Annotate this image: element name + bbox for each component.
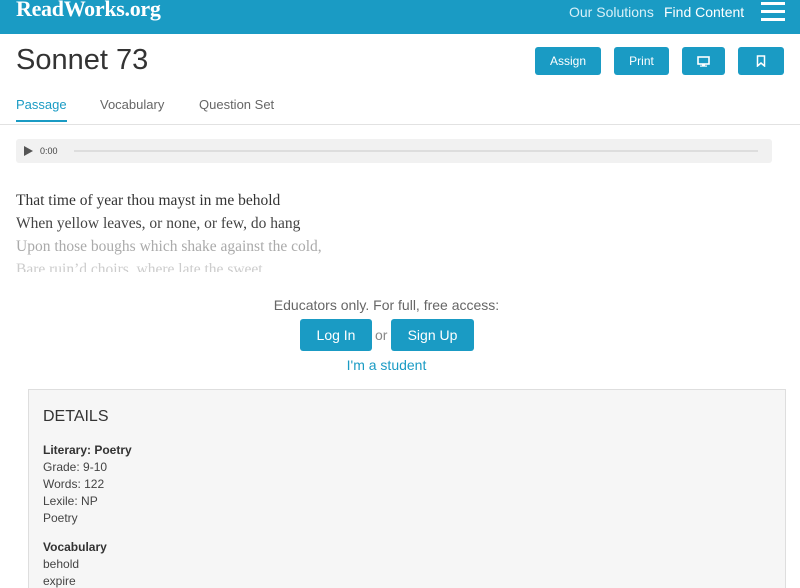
details-heading: DETAILS (43, 408, 109, 425)
play-icon[interactable] (24, 146, 33, 156)
present-button[interactable] (682, 47, 725, 75)
top-nav: ReadWorks.org Our Solutions Find Content (0, 0, 800, 34)
or-label: or (375, 327, 388, 343)
student-link[interactable]: I'm a student (0, 357, 773, 373)
page-title: Sonnet 73 (16, 44, 149, 76)
details-category: Literary: Poetry (43, 443, 132, 457)
tab-question-set[interactable]: Question Set (199, 97, 274, 120)
audio-progress-track[interactable] (74, 150, 758, 152)
vocabulary-heading: Vocabulary (43, 540, 107, 554)
poem-line: Upon those boughs which shake against th… (16, 238, 322, 255)
poem-line: Bare ruin’d choirs, where late the sweet… (16, 261, 275, 272)
nav-find-content[interactable]: Find Content (664, 4, 744, 20)
monitor-icon (697, 55, 710, 67)
vocabulary-word: expire (43, 574, 76, 588)
access-prompt: Educators only. For full, free access: (273, 297, 500, 313)
details-panel: DETAILS Literary: Poetry Grade: 9-10 Wor… (28, 389, 786, 588)
details-grade: Grade: 9-10 (43, 460, 108, 474)
menu-icon[interactable] (761, 2, 785, 21)
tab-bar: Passage Vocabulary Question Set (0, 92, 800, 125)
nav-our-solutions[interactable]: Our Solutions (569, 4, 654, 20)
details-lexile: Lexile: NP (43, 494, 98, 508)
tab-passage[interactable]: Passage (16, 97, 67, 122)
tab-vocabulary[interactable]: Vocabulary (100, 97, 164, 120)
bookmark-icon (756, 55, 766, 67)
signup-button[interactable]: Sign Up (391, 319, 474, 351)
readworks-logo[interactable]: ReadWorks.org (16, 0, 161, 22)
vocabulary-word: behold (43, 557, 80, 571)
bookmark-button[interactable] (738, 47, 784, 75)
poem-excerpt: That time of year thou mayst in me behol… (16, 189, 322, 272)
details-words: Words: 122 (43, 477, 105, 491)
poem-line: When yellow leaves, or none, or few, do … (16, 215, 301, 232)
audio-player: 0:00 (16, 139, 772, 163)
assign-button[interactable]: Assign (535, 47, 601, 75)
details-genre: Poetry (43, 511, 78, 525)
login-button[interactable]: Log In (300, 319, 372, 351)
poem-line: That time of year thou mayst in me behol… (16, 192, 281, 209)
audio-time: 0:00 (40, 146, 58, 156)
print-button[interactable]: Print (614, 47, 669, 75)
